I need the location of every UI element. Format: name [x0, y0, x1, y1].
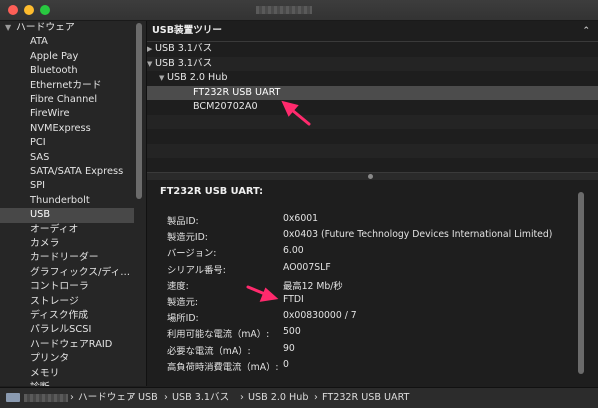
field-label: 必要な電流（mA）:	[167, 345, 251, 357]
detail-scrollbar[interactable]	[578, 192, 584, 374]
tree-row[interactable]	[147, 114, 598, 129]
field-label: 場所ID:	[167, 313, 199, 325]
sidebar-item[interactable]: ディスク作成	[0, 309, 134, 323]
sidebar-item[interactable]: ハードウェアRAID	[0, 338, 134, 352]
sidebar-item[interactable]: NVMExpress	[0, 122, 134, 136]
breadcrumb-item[interactable]: USB 3.1バス	[172, 388, 229, 408]
sidebar-item[interactable]: Thunderbolt	[0, 194, 134, 208]
tree-row-label: FT232R USB UART	[193, 86, 281, 98]
breadcrumb-separator: ›	[314, 392, 318, 403]
usb-tree-panel: USB装置ツリー ⌃ ▶ USB 3.1バス ▼ USB 3.1バス ▼ USB 2.0 …	[147, 21, 598, 172]
detail-panel: FT232R USB UART: 製品ID: 0x6001 製造元ID: 0x0403…	[147, 180, 598, 386]
path-bar: › ハードウェア › USB › USB 3.1バス › USB 2.0 Hub › FT232R…	[0, 387, 598, 408]
field-label: 製品ID:	[167, 216, 199, 227]
sidebar-item[interactable]: FireWire	[0, 107, 134, 121]
sidebar-item[interactable]: ストレージ	[0, 295, 134, 309]
tree-row[interactable]	[147, 143, 598, 158]
sidebar-item[interactable]: グラフィックス/ディ…	[0, 266, 134, 280]
disclosure-down-icon[interactable]: ▼	[159, 71, 164, 86]
sidebar-item[interactable]: 診断	[0, 381, 134, 386]
tree-row[interactable]: BCM20702A0	[147, 100, 598, 115]
tree-row[interactable]: ▼ USB 3.1バス	[147, 56, 598, 72]
minimize-button[interactable]	[24, 5, 34, 15]
chevron-up-icon[interactable]: ⌃	[582, 21, 590, 41]
sidebar-item[interactable]: カードリーダー	[0, 251, 134, 265]
sidebar-item[interactable]: SPI	[0, 179, 134, 193]
disclosure-down-icon[interactable]: ▼	[5, 21, 11, 35]
sidebar-item[interactable]: Fibre Channel	[0, 93, 134, 107]
field-value: AO007SLF	[283, 261, 331, 273]
field-value: 6.00	[283, 245, 304, 257]
field-label: 高負荷時消費電流（mA）:	[167, 361, 279, 373]
close-button[interactable]	[8, 5, 18, 15]
sidebar-item[interactable]: プリンタ	[0, 352, 134, 366]
field-label: シリアル番号:	[167, 264, 226, 276]
window-title-redacted	[256, 6, 312, 14]
tree-row-label: USB 3.1バス	[155, 57, 213, 69]
tree-row[interactable]: FT232R USB UART	[147, 85, 598, 100]
sidebar-item[interactable]: ATA	[0, 35, 134, 49]
sidebar-item[interactable]: コントローラ	[0, 280, 134, 294]
computer-name-redacted	[24, 394, 68, 402]
field-label: 製造元:	[167, 297, 199, 308]
zoom-button[interactable]	[40, 5, 50, 15]
sidebar-item[interactable]: パラレルSCSI	[0, 323, 134, 337]
tree-row[interactable]: ▼ USB 2.0 Hub	[147, 71, 598, 86]
tree-header: USB装置ツリー ⌃	[147, 21, 598, 42]
breadcrumb-separator: ›	[130, 392, 134, 403]
sidebar-item-hardware[interactable]: ▼ ハードウェア	[0, 21, 134, 35]
field-label: バージョン:	[167, 248, 217, 260]
sidebar-item-label: ハードウェア	[16, 22, 75, 33]
disclosure-down-icon[interactable]: ▼	[147, 57, 152, 72]
breadcrumb-separator: ›	[164, 392, 168, 403]
sidebar: ▼ ハードウェア ATA Apple Pay Bluetooth Ethernetカー…	[0, 21, 147, 386]
detail-title: FT232R USB UART:	[160, 186, 264, 197]
field-label: 製造元ID:	[167, 232, 208, 244]
field-value: 0	[283, 358, 289, 370]
field-value: 0x00830000 / 7	[283, 310, 357, 322]
breadcrumb-item[interactable]: USB	[138, 388, 158, 408]
breadcrumb-item[interactable]: USB 2.0 Hub	[248, 388, 308, 408]
sidebar-item[interactable]: SAS	[0, 151, 134, 165]
breadcrumb-item[interactable]: FT232R USB UART	[322, 388, 409, 408]
sidebar-item[interactable]: PCI	[0, 136, 134, 150]
field-value: 0x0403 (Future Technology Devices Intern…	[283, 229, 553, 241]
sidebar-item[interactable]: オーディオ	[0, 223, 134, 237]
breadcrumb-item[interactable]: ハードウェア	[78, 388, 136, 408]
disclosure-right-icon[interactable]: ▶	[147, 42, 152, 57]
sidebar-scrollbar[interactable]	[136, 23, 142, 199]
field-value: FTDI	[283, 294, 304, 305]
tree-row-label: USB 2.0 Hub	[167, 72, 228, 83]
tree-header-title: USB装置ツリー	[152, 25, 222, 36]
tree-row[interactable]	[147, 129, 598, 144]
field-value: 最高12 Mb/秒	[283, 280, 343, 292]
sidebar-item[interactable]: メモリ	[0, 367, 134, 381]
tree-row[interactable]	[147, 158, 598, 173]
title-bar	[0, 0, 598, 21]
sidebar-item[interactable]: カメラ	[0, 237, 134, 251]
breadcrumb-separator: ›	[70, 392, 74, 403]
field-value: 0x6001	[283, 213, 319, 224]
breadcrumb-separator: ›	[240, 392, 244, 403]
tree-row[interactable]: ▶ USB 3.1バス	[147, 42, 598, 57]
tree-row-label: USB 3.1バス	[155, 43, 213, 54]
sidebar-item[interactable]: Bluetooth	[0, 64, 134, 78]
sidebar-item[interactable]: SATA/SATA Express	[0, 165, 134, 179]
field-label: 利用可能な電流（mA）:	[167, 329, 270, 341]
computer-icon	[6, 393, 20, 402]
sidebar-item[interactable]: Ethernetカード	[0, 79, 134, 93]
sidebar-item[interactable]: Apple Pay	[0, 50, 134, 64]
divider-handle-icon[interactable]	[368, 174, 373, 179]
field-value: 90	[283, 342, 295, 354]
field-value: 500	[283, 326, 301, 338]
field-label: 速度:	[167, 280, 189, 292]
sidebar-item[interactable]: USB	[0, 208, 134, 223]
tree-row-label: BCM20702A0	[193, 101, 258, 112]
